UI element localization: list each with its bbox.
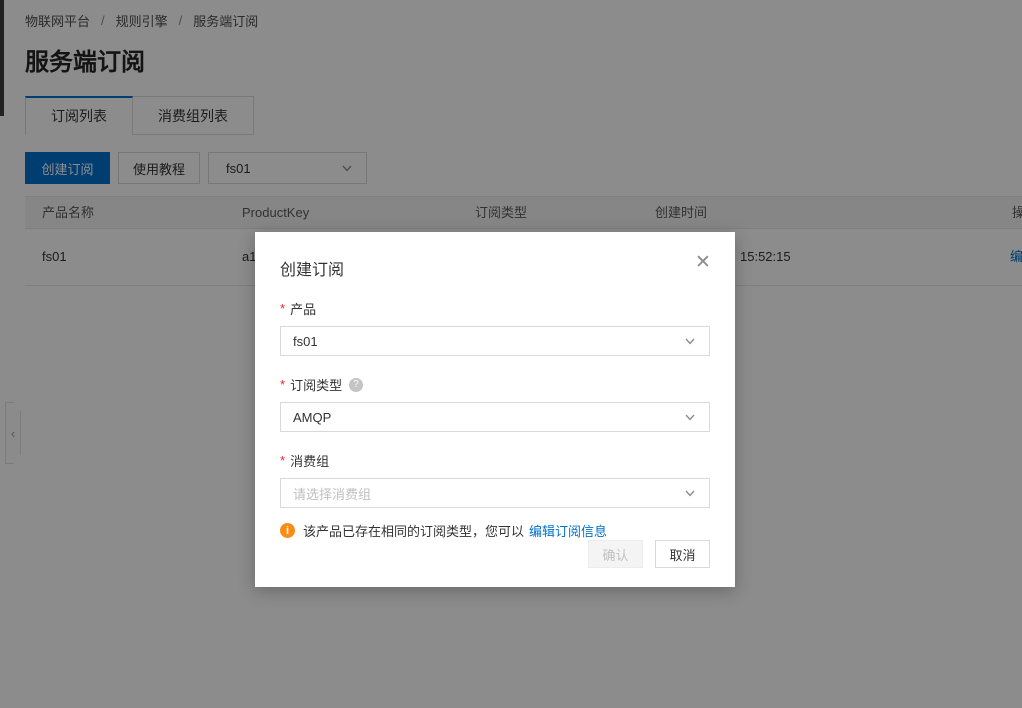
chevron-down-icon xyxy=(683,410,697,424)
product-select[interactable]: fs01 xyxy=(280,326,710,356)
consumer-group-select[interactable]: 请选择消费组 xyxy=(280,478,710,508)
field-label-consumer-group: * 消费组 xyxy=(280,451,710,470)
required-mark: * xyxy=(280,377,285,392)
duplicate-subscription-notice: i 该产品已存在相同的订阅类型，您可以 编辑订阅信息 xyxy=(280,521,710,540)
field-label-text: 消费组 xyxy=(290,451,329,470)
field-label-subscription-type: * 订阅类型 ? xyxy=(280,375,710,394)
required-mark: * xyxy=(280,453,285,468)
required-mark: * xyxy=(280,301,285,316)
close-icon[interactable]: ✕ xyxy=(691,250,715,274)
notice-text: 该产品已存在相同的订阅类型，您可以 xyxy=(303,521,524,540)
field-label-text: 产品 xyxy=(290,299,316,318)
cancel-button[interactable]: 取消 xyxy=(655,540,710,568)
subscription-type-select[interactable]: AMQP xyxy=(280,402,710,432)
chevron-down-icon xyxy=(683,334,697,348)
modal-title: 创建订阅 xyxy=(280,256,710,280)
field-label-product: * 产品 xyxy=(280,299,710,318)
edit-subscription-link[interactable]: 编辑订阅信息 xyxy=(529,521,607,540)
info-icon: i xyxy=(280,523,295,538)
subscription-type-value: AMQP xyxy=(293,410,331,425)
chevron-down-icon xyxy=(683,486,697,500)
field-label-text: 订阅类型 xyxy=(290,375,342,394)
modal-footer: 确认 取消 xyxy=(588,540,710,568)
confirm-button[interactable]: 确认 xyxy=(588,540,643,568)
help-icon[interactable]: ? xyxy=(349,378,363,392)
product-select-value: fs01 xyxy=(293,334,318,349)
create-subscription-modal: 创建订阅 ✕ * 产品 fs01 * 订阅类型 ? AMQP * 消费组 请选择… xyxy=(255,232,735,587)
consumer-group-placeholder: 请选择消费组 xyxy=(293,484,371,503)
